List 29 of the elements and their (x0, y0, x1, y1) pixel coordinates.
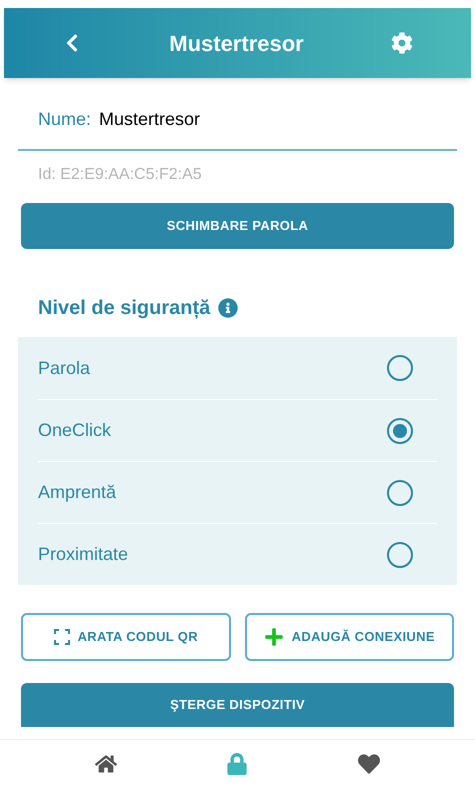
option-label: Amprentă (38, 481, 116, 504)
security-level-heading: Nivel de siguranță (38, 296, 210, 321)
radio-button[interactable] (387, 480, 413, 506)
home-icon[interactable] (94, 752, 117, 774)
security-option[interactable]: OneClick (38, 399, 437, 461)
heart-icon[interactable] (358, 752, 380, 774)
change-password-button[interactable]: SCHIMBARE PAROLA (21, 203, 454, 249)
header-title: Mustertresor (169, 30, 304, 58)
radio-button[interactable] (387, 418, 413, 444)
plus-icon (264, 627, 284, 647)
name-value: Mustertresor (99, 108, 200, 131)
lock-icon[interactable] (226, 752, 248, 774)
security-option[interactable]: Proximitate (38, 523, 437, 585)
add-connection-button[interactable]: ADAUGĂ CONEXIUNE (244, 613, 454, 661)
security-option[interactable]: Amprentă (38, 461, 437, 523)
settings-icon[interactable] (390, 32, 413, 54)
name-label: Nume: (38, 108, 92, 131)
delete-device-button[interactable]: ŞTERGE DISPOZITIV (21, 683, 454, 727)
option-label: OneClick (38, 419, 112, 442)
device-id-text: Id: E2:E9:AA:C5:F2:A5 (37, 165, 203, 185)
security-option[interactable]: Parola (38, 337, 437, 399)
radio-button[interactable] (387, 542, 413, 568)
scan-frame-icon (54, 629, 70, 645)
radio-button[interactable] (387, 355, 413, 381)
show-qr-button[interactable]: ARATA CODUL QR (21, 613, 230, 661)
info-icon[interactable] (218, 298, 238, 318)
option-label: Parola (38, 356, 90, 380)
option-label: Proximitate (38, 543, 128, 566)
name-field[interactable]: Nume: Mustertresor (18, 106, 457, 151)
